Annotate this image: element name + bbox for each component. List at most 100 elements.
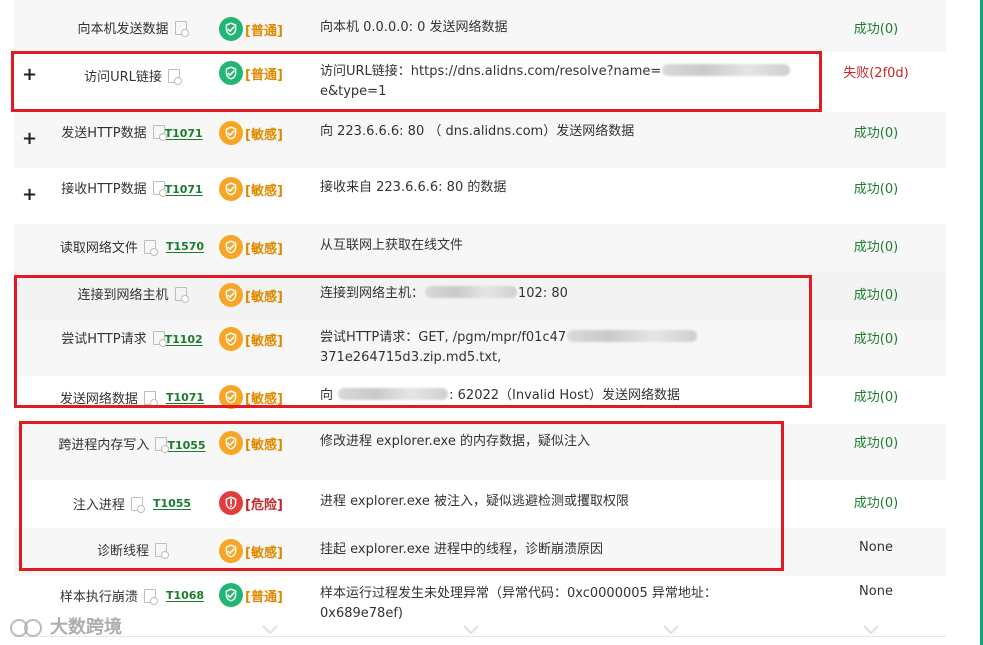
risk-badge: [敏感] <box>245 391 283 407</box>
risk-level: [敏感] <box>219 431 283 455</box>
document-icon <box>152 180 167 197</box>
behavior-name: 跨进程内存写入 <box>58 438 150 453</box>
technique-link[interactable]: T1055 <box>153 497 191 510</box>
behavior-name-cell: 尝试HTTP请求 T1102 <box>42 328 222 347</box>
technique-link[interactable]: T1068 <box>166 589 204 602</box>
behavior-name-cell: 读取网络文件 T1570 <box>42 237 222 256</box>
behavior-name-cell: 跨进程内存写入 T1055 <box>42 434 222 453</box>
behavior-description: 尝试HTTP请求：GET, /pgm/mpr/f01c47 371e264715d… <box>320 328 798 368</box>
chevron-down-icon <box>463 625 479 635</box>
risk-level: [敏感] <box>219 283 283 307</box>
table-row[interactable]: 样本执行崩溃 T1068 [普通] 样本运行过程发生未处理异常（异常代码：0xc00… <box>14 576 946 637</box>
shield-icon <box>219 283 243 307</box>
shield-icon <box>219 327 243 351</box>
behavior-description: 连接到网络主机： 102: 80 <box>320 284 798 304</box>
shield-icon <box>219 539 243 563</box>
status-text: 成功(0) <box>853 332 899 347</box>
technique-link[interactable]: T1071 <box>165 183 203 196</box>
description-text: 从互联网上获取在线文件 <box>320 238 464 253</box>
risk-level: [敏感] <box>219 539 283 563</box>
risk-level-text: 普通 <box>250 589 277 605</box>
description-text: 向本机 0.0.0.0: 0 发送网络数据 <box>320 20 508 35</box>
behavior-name-cell: 连接到网络主机 <box>42 284 222 303</box>
document-icon <box>174 20 189 37</box>
shield-icon <box>219 431 243 455</box>
behavior-name: 接收HTTP数据 <box>61 182 147 197</box>
redacted-blur <box>567 330 698 342</box>
technique-link[interactable]: T1102 <box>165 333 203 346</box>
description-text: 371e264715d3.zip.md5.txt, <box>320 350 502 365</box>
behavior-name-line: 跨进程内存写入 <box>58 434 170 453</box>
behavior-name-cell: 发送HTTP数据 T1071 <box>42 122 222 141</box>
behavior-name-cell: 诊断线程 <box>42 540 222 559</box>
risk-badge: [敏感] <box>245 289 283 305</box>
status-text: 成功(0) <box>853 496 899 511</box>
technique-link[interactable]: T1071 <box>166 391 204 404</box>
expand-icon[interactable]: + <box>22 186 37 204</box>
behavior-name-cell: 访问URL链接 <box>42 66 222 85</box>
shield-icon <box>219 235 243 259</box>
behavior-name: 诊断线程 <box>96 544 149 559</box>
risk-level: [普通] <box>219 17 283 41</box>
risk-level: [敏感] <box>219 385 283 409</box>
table-row[interactable]: 诊断线程 [敏感] 挂起 explorer.exe 进程中的线程，诊断崩溃原因 No… <box>14 528 946 577</box>
risk-badge: [普通] <box>245 23 283 39</box>
document-icon <box>143 239 158 256</box>
behavior-name: 样本执行崩溃 <box>59 590 138 605</box>
description-text: 访问URL链接：https://dns.alidns.com/resolve?n… <box>320 64 662 79</box>
behavior-name: 读取网络文件 <box>59 241 138 256</box>
shield-icon <box>219 121 243 145</box>
shield-icon <box>219 491 243 515</box>
behavior-name-line: 访问URL链接 <box>84 66 182 85</box>
risk-level-text: 敏感 <box>250 437 277 453</box>
status-text: 成功(0) <box>853 126 899 141</box>
risk-level: [敏感] <box>219 235 283 259</box>
behavior-name-line: 样本执行崩溃 T1068 <box>60 586 204 605</box>
risk-level-text: 普通 <box>250 67 277 83</box>
risk-badge: [普通] <box>245 589 283 605</box>
document-icon <box>143 390 158 407</box>
risk-level: [敏感] <box>219 121 283 145</box>
expand-icon[interactable]: + <box>22 130 37 148</box>
chevron-down-icon <box>863 625 879 635</box>
table-row[interactable]: 向本机发送数据 [普通] 向本机 0.0.0.0: 0 发送网络数据 成功(0) <box>14 0 946 53</box>
status-text: 失败(2f0d) <box>843 66 909 81</box>
risk-badge: [敏感] <box>245 183 283 199</box>
status-text: 成功(0) <box>853 240 899 255</box>
shield-icon <box>219 385 243 409</box>
status-text: 成功(0) <box>853 288 899 303</box>
technique-link[interactable]: T1570 <box>166 240 204 253</box>
behavior-description: 进程 explorer.exe 被注入，疑似逃避检测或攫取权限 <box>320 492 798 512</box>
table-row[interactable]: 读取网络文件 T1570 [敏感] 从互联网上获取在线文件 成功(0) <box>14 224 946 273</box>
table-row[interactable]: + 发送HTTP数据 T1071 [敏感] 向 223.6.6.6: 80 （ dns… <box>14 112 946 169</box>
risk-badge: [危险] <box>245 497 283 513</box>
risk-level: [敏感] <box>219 177 283 201</box>
technique-link[interactable]: T1055 <box>167 439 205 452</box>
table-row[interactable]: 跨进程内存写入 T1055 [敏感] 修改进程 explorer.exe 的内存数据… <box>14 424 946 481</box>
table-row[interactable]: + 接收HTTP数据 T1071 [敏感] 接收来自 223.6.6.6: 80 的数… <box>14 168 946 225</box>
behavior-name: 尝试HTTP请求 <box>61 332 147 347</box>
watermark-text: 大数跨境 <box>50 617 122 638</box>
table-row[interactable]: 连接到网络主机 [敏感] 连接到网络主机： 102: 80 成功(0) <box>14 272 946 321</box>
behavior-name: 发送HTTP数据 <box>61 126 147 141</box>
risk-level: [敏感] <box>219 327 283 351</box>
table-row[interactable]: 注入进程 T1055 [危险] 进程 explorer.exe 被注入，疑似逃避检测… <box>14 480 946 529</box>
risk-level-text: 危险 <box>250 497 277 513</box>
risk-level: [普通] <box>219 583 283 607</box>
description-text: : 62022（Invalid Host）发送网络数据 <box>449 388 680 403</box>
table-row[interactable]: 发送网络数据 T1071 [敏感] 向 : 62022（Invalid Host）发… <box>14 376 946 425</box>
technique-link[interactable]: T1071 <box>165 127 203 140</box>
behavior-name: 注入进程 <box>72 498 125 513</box>
description-text: 样本运行过程发生未处理异常（异常代码：0xc0000005 异常地址：0x689… <box>320 586 717 621</box>
table-row[interactable]: + 访问URL链接 [普通] 访问URL链接：https://dns.alidns.… <box>14 52 946 113</box>
table-row[interactable]: 尝试HTTP请求 T1102 [敏感] 尝试HTTP请求：GET, /pgm/mpr… <box>14 320 946 377</box>
description-text: 向 223.6.6.6: 80 （ dns.alidns.com）发送网络数据 <box>320 124 635 139</box>
behavior-name-cell: 发送网络数据 T1071 <box>42 388 222 407</box>
behavior-name-line: 读取网络文件 T1570 <box>60 237 204 256</box>
behavior-name-cell: 注入进程 T1055 <box>42 494 222 513</box>
document-icon <box>174 286 189 303</box>
behavior-name-line: 尝试HTTP请求 <box>61 328 167 347</box>
risk-badge: [敏感] <box>245 333 283 349</box>
expand-icon[interactable]: + <box>22 66 37 84</box>
behavior-description: 挂起 explorer.exe 进程中的线程，诊断崩溃原因 <box>320 540 798 560</box>
